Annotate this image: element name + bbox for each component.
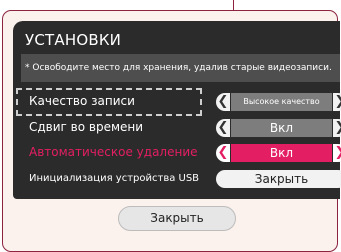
setting-row-usb-init: Инициализация устройства USB Закрыть (13, 169, 341, 189)
time-shift-value: Вкл (231, 119, 332, 137)
recording-quality-label: Качество записи (29, 94, 135, 108)
settings-dialog: УСТАНОВКИ * Освободите место для хранени… (13, 21, 341, 199)
usb-close-button[interactable]: Закрыть (216, 170, 341, 188)
time-shift-label: Сдвиг во времени (29, 120, 144, 134)
chevron-right-icon[interactable]: ❯ (333, 144, 341, 162)
chevron-right-icon[interactable]: ❯ (333, 119, 341, 137)
storage-notice: * Освободите место для хранения, удалив … (21, 54, 340, 82)
auto-delete-label: Автоматическое удаление (29, 145, 198, 159)
connector-line (233, 0, 234, 11)
auto-delete-selector[interactable]: ❮ Вкл ❯ (216, 144, 341, 162)
setting-row-time-shift[interactable]: Сдвиг во времени ❮ Вкл ❯ (13, 118, 341, 138)
time-shift-selector[interactable]: ❮ Вкл ❯ (216, 119, 341, 137)
setting-row-auto-delete[interactable]: Автоматическое удаление ❮ Вкл ❯ (13, 143, 341, 163)
usb-init-label: Инициализация устройства USB (29, 173, 200, 184)
setting-row-recording-quality[interactable]: Качество записи ❮ Высокое качество ❯ (13, 88, 341, 116)
recording-quality-value: Высокое качество (231, 93, 332, 111)
chevron-left-icon[interactable]: ❮ (216, 119, 230, 137)
chevron-right-icon[interactable]: ❯ (333, 93, 341, 111)
close-button[interactable]: Закрыть (118, 206, 236, 231)
chevron-left-icon[interactable]: ❮ (216, 144, 230, 162)
dialog-title: УСТАНОВКИ (25, 31, 122, 49)
recording-quality-selector[interactable]: ❮ Высокое качество ❯ (216, 93, 341, 111)
auto-delete-value: Вкл (231, 144, 332, 162)
chevron-left-icon[interactable]: ❮ (216, 93, 230, 111)
